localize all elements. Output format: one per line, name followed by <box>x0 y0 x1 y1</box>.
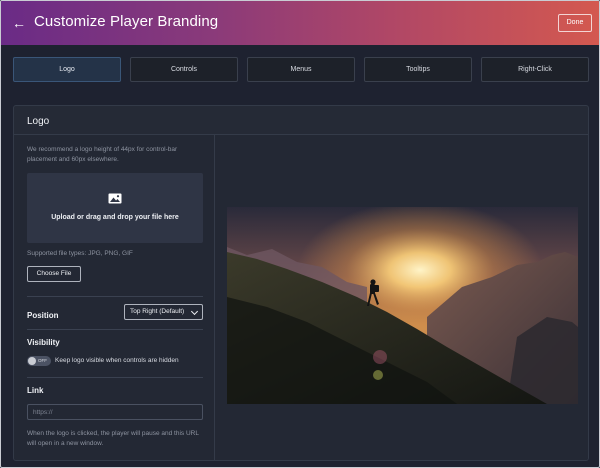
image-icon <box>108 193 122 204</box>
player-preview-image <box>227 207 578 404</box>
position-select[interactable]: Top Right (Default) <box>124 304 203 320</box>
arrow-left-icon[interactable]: ← <box>12 15 26 31</box>
upload-dropzone[interactable]: Upload or drag and drop your file here <box>27 173 203 243</box>
page-header: ← Customize Player Branding Done <box>1 1 599 45</box>
logo-panel: Logo We recommend a logo height of 44px … <box>13 105 589 461</box>
page-title: Customize Player Branding <box>34 13 219 30</box>
logo-help-text: We recommend a logo height of 44px for c… <box>27 146 178 163</box>
panel-title: Logo <box>27 116 50 127</box>
position-label: Position <box>27 311 59 320</box>
choose-file-button[interactable]: Choose File <box>27 266 81 282</box>
tab-right-click[interactable]: Right-Click <box>481 57 589 82</box>
done-button[interactable]: Done <box>558 14 592 32</box>
tab-menus[interactable]: Menus <box>247 57 355 82</box>
dropzone-text: Upload or drag and drop your file here <box>51 214 179 221</box>
section-divider <box>27 296 203 297</box>
chevron-down-icon <box>190 307 199 316</box>
section-divider <box>27 377 203 378</box>
toggle-state: OFF <box>38 358 47 363</box>
link-label: Link <box>27 386 44 395</box>
position-selected-value: Top Right (Default) <box>130 308 185 315</box>
section-divider <box>27 329 203 330</box>
tab-controls[interactable]: Controls <box>130 57 238 82</box>
toggle-knob <box>28 357 36 365</box>
supported-file-types: Supported file types: JPG, PNG, GIF <box>27 250 133 257</box>
visibility-toggle[interactable]: OFF <box>27 356 51 366</box>
link-url-input[interactable] <box>27 404 203 420</box>
mountain-sunset-image <box>227 207 578 404</box>
app-window: ← Customize Player Branding Done Logo Co… <box>0 0 600 468</box>
settings-column: We recommend a logo height of 44px for c… <box>14 135 214 460</box>
tab-tooltips[interactable]: Tooltips <box>364 57 472 82</box>
visibility-description: Keep logo visible when controls are hidd… <box>55 357 179 364</box>
preview-column <box>215 135 588 460</box>
visibility-label: Visibility <box>27 338 60 347</box>
tab-logo[interactable]: Logo <box>13 57 121 82</box>
tab-bar: Logo Controls Menus Tooltips Right-Click <box>13 57 589 83</box>
link-help-text: When the logo is clicked, the player wil… <box>27 430 199 447</box>
